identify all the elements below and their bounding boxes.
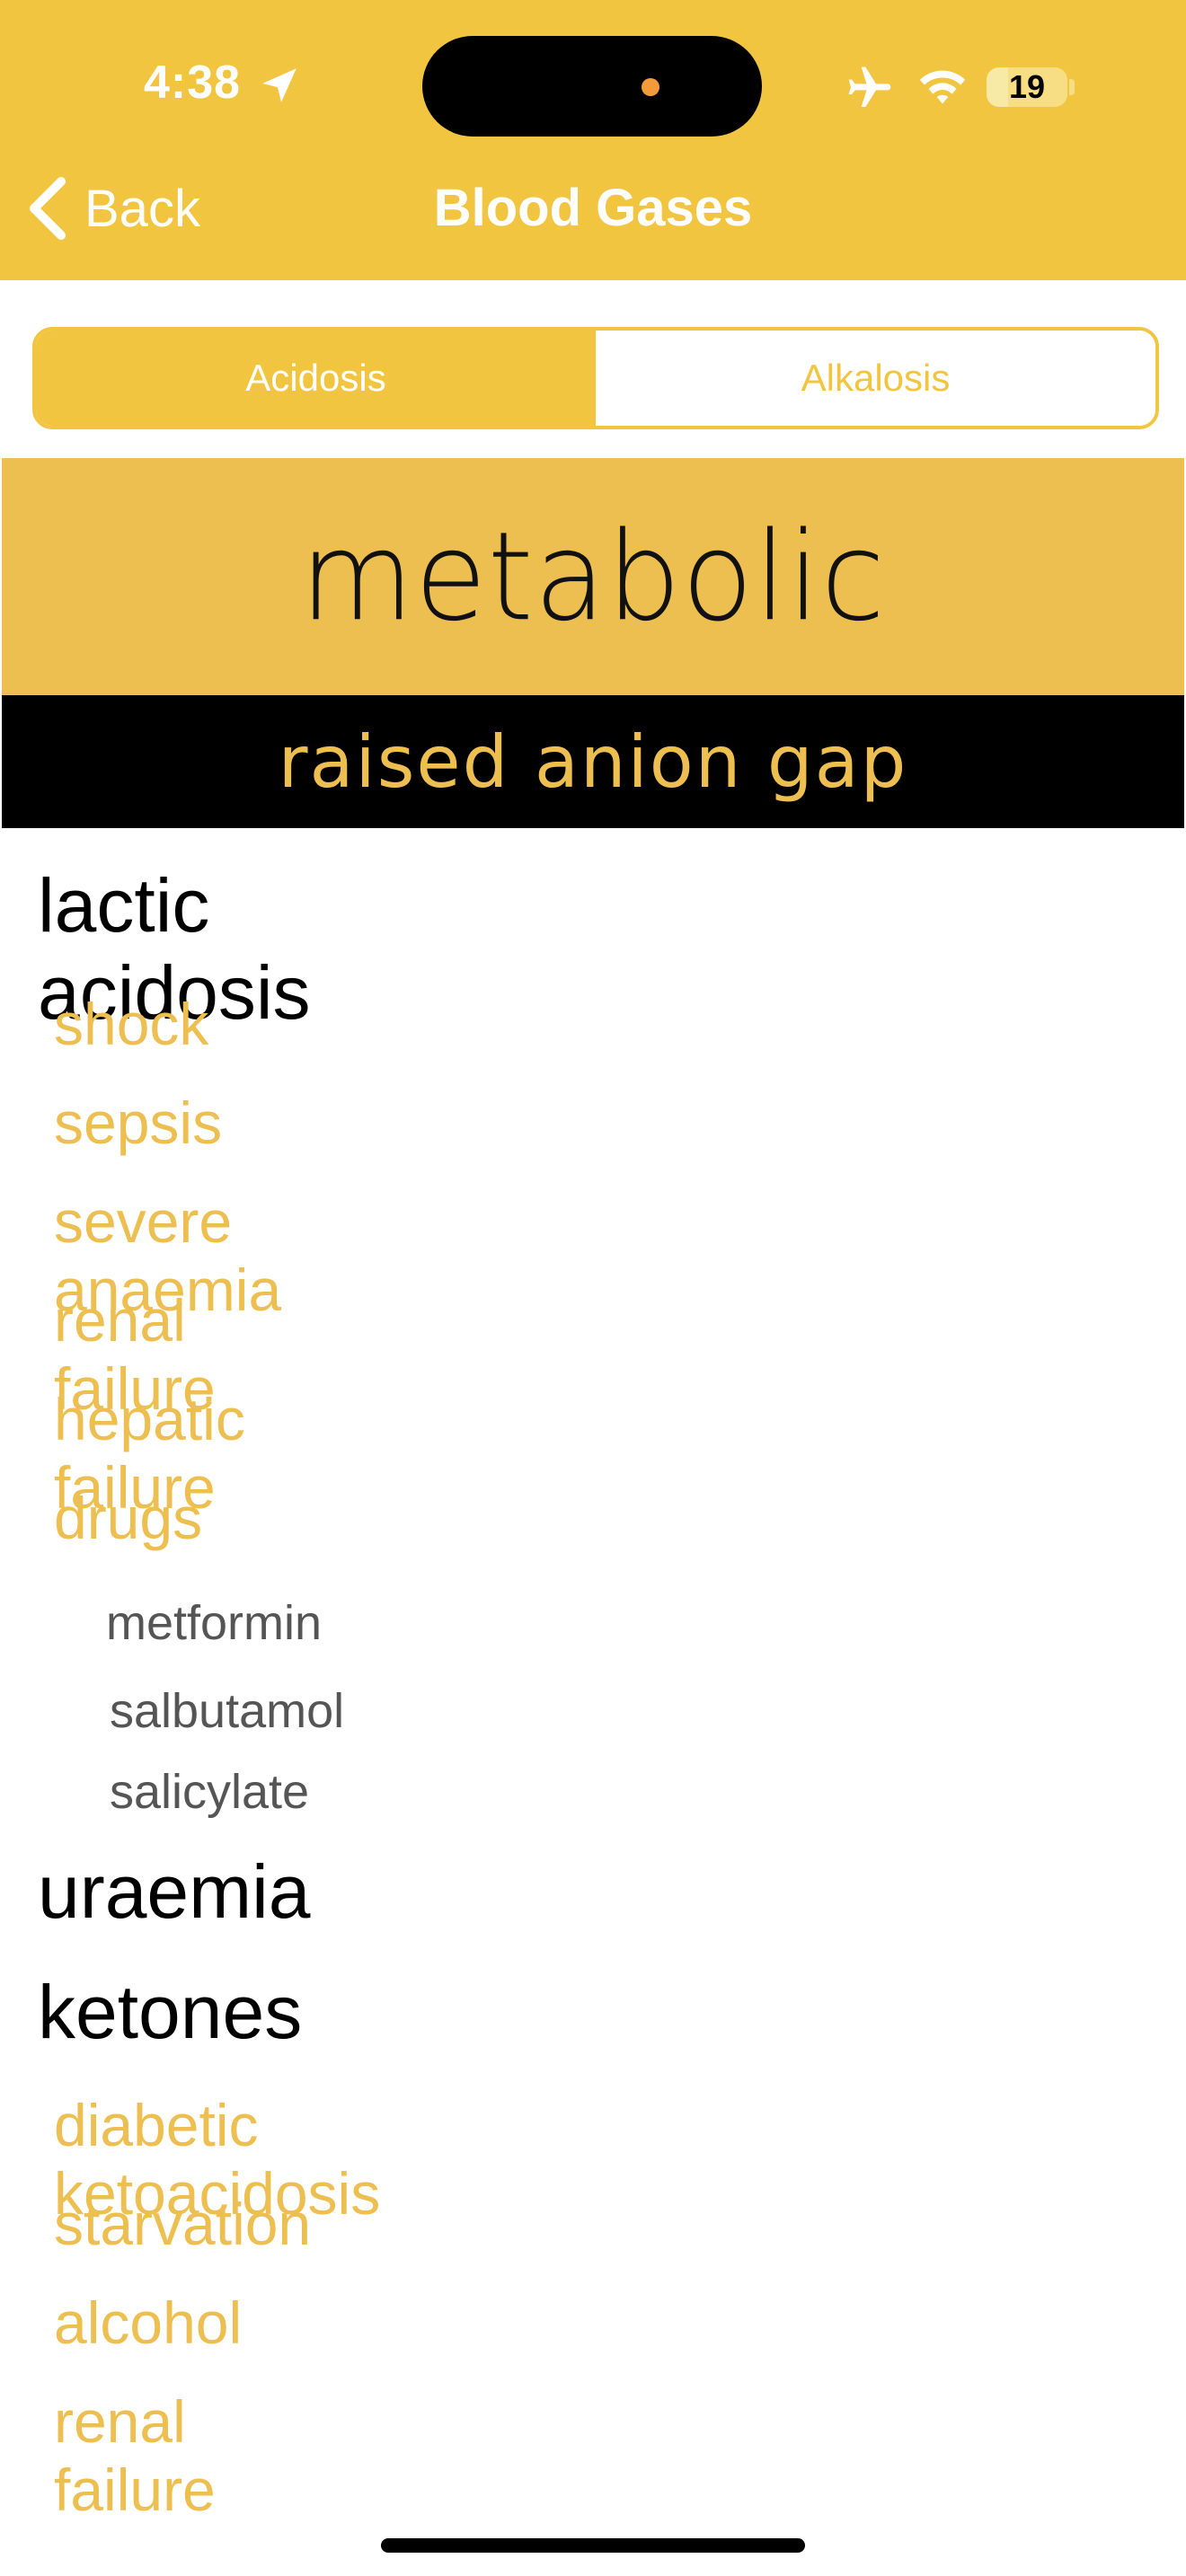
list-item: shock [54,991,209,1057]
tab-alkalosis[interactable]: Alkalosis [596,331,1155,426]
wifi-icon [919,70,966,104]
sub-list-item: salbutamol [110,1684,345,1738]
location-arrow-icon [262,68,296,102]
category-title: metabolic [299,505,887,648]
status-time: 4:38 [144,57,242,109]
page-title: Blood Gases [433,179,753,237]
category-banner: metabolic [2,458,1184,695]
battery-tip [1069,79,1075,95]
list-item: sepsis [54,1090,223,1156]
sub-list-item: metformin [106,1596,323,1650]
battery-percentage: 19 [1008,68,1046,105]
home-indicator[interactable] [381,2538,805,2553]
section-heading: uraemia [38,1849,311,1934]
list-item: starvation [54,2191,312,2257]
section-heading: ketones [38,1970,303,2054]
list-item: drugs [54,1485,203,1551]
tab-acidosis[interactable]: Acidosis [36,331,596,426]
privacy-indicator-dot [642,78,659,96]
dynamic-island [422,36,762,137]
subcategory-banner: raised anion gap [2,695,1184,828]
airplane-icon [848,66,891,107]
segmented-control: Acidosis Alkalosis [32,327,1159,429]
subcategory-title: raised anion gap [278,719,908,804]
list-item: alcohol [54,2289,243,2356]
sub-list-item: salicylate [110,1765,310,1819]
list-item: renal failure [54,2388,216,2523]
